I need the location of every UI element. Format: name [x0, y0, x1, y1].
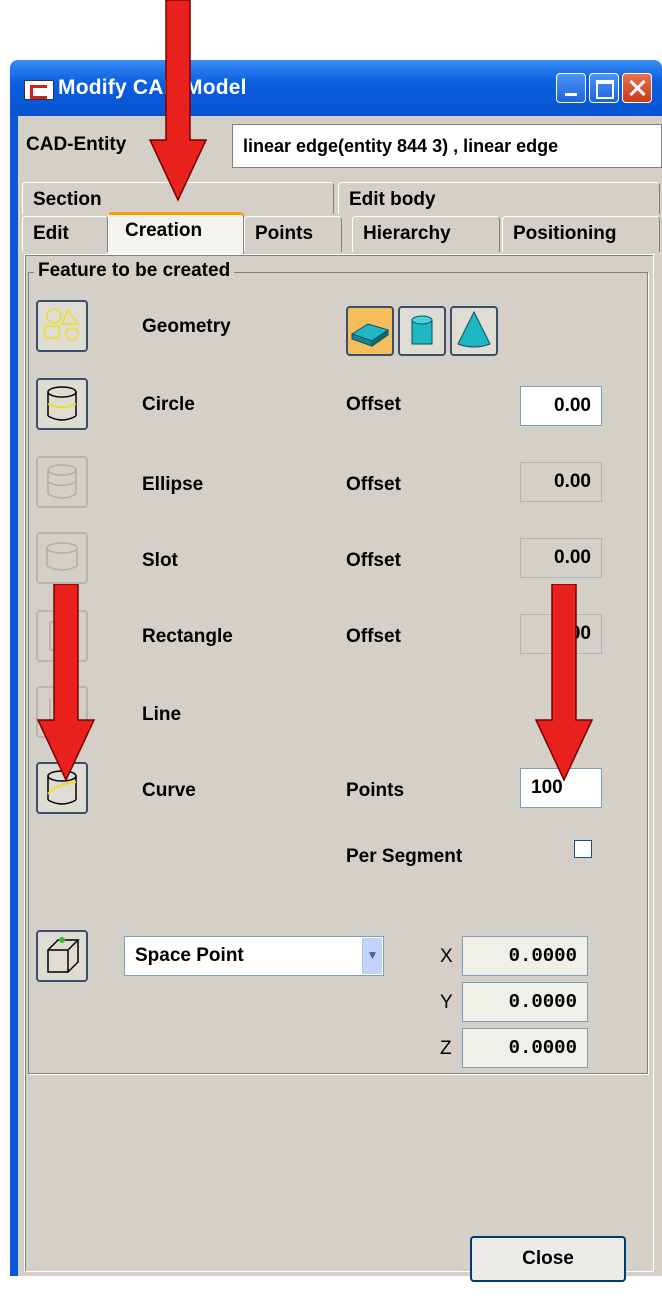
annotation-arrow-curve	[36, 584, 96, 782]
cube-icon	[47, 937, 80, 973]
cylinder-outline-icon	[47, 386, 77, 421]
circle-icon-button[interactable]	[36, 378, 88, 430]
tab-edit[interactable]: Edit	[22, 216, 108, 252]
ellipse-offset-label: Offset	[346, 474, 401, 495]
cylinder-shape-button[interactable]	[398, 306, 446, 356]
cad-entity-label: CAD-Entity	[26, 134, 127, 155]
rectangle-offset-label: Offset	[346, 626, 401, 647]
cylinder-icon	[411, 315, 433, 345]
z-label: Z	[440, 1038, 452, 1059]
y-label: Y	[440, 992, 453, 1013]
tab-points[interactable]: Points	[244, 216, 342, 252]
window-close-button[interactable]	[622, 73, 652, 103]
slot-icon	[46, 542, 78, 571]
circle-offset-field[interactable]: 0.00	[520, 386, 602, 426]
annotation-arrow-points	[534, 584, 594, 782]
space-point-icon-button[interactable]	[36, 930, 88, 982]
box-shape-button[interactable]	[346, 306, 394, 356]
space-point-select[interactable]: Space Point	[124, 936, 384, 976]
circle-label: Circle	[142, 394, 195, 415]
slot-icon-button[interactable]	[36, 532, 88, 584]
ellipse-icon-button[interactable]	[36, 456, 88, 508]
close-button[interactable]: Close	[470, 1236, 626, 1282]
tab-hierarchy[interactable]: Hierarchy	[352, 216, 500, 252]
maximize-button[interactable]	[589, 73, 619, 103]
line-label: Line	[142, 704, 182, 725]
ellipse-label: Ellipse	[142, 474, 204, 495]
geometry-label: Geometry	[142, 316, 231, 337]
slot-label: Slot	[142, 550, 178, 571]
cone-shape-button[interactable]	[450, 306, 498, 356]
per-segment-label: Per Segment	[346, 846, 463, 867]
x-label: X	[440, 946, 453, 967]
ellipse-offset-field[interactable]: 0.00	[520, 462, 602, 502]
minimize-button[interactable]	[556, 73, 586, 103]
title-bar[interactable]: Modify CAD Model	[10, 60, 662, 116]
slot-offset-field[interactable]: 0.00	[520, 538, 602, 578]
chevron-down-icon[interactable]: ▼	[362, 938, 382, 974]
geometry-icon-button[interactable]	[36, 300, 88, 352]
group-title: Feature to be created	[34, 260, 235, 282]
curve-label: Curve	[142, 780, 196, 801]
per-segment-checkbox[interactable]	[574, 840, 592, 858]
y-coordinate-field[interactable]: 0.0000	[462, 982, 588, 1022]
slot-offset-label: Offset	[346, 550, 401, 571]
tab-positioning[interactable]: Positioning	[502, 216, 660, 252]
curve-points-label: Points	[346, 780, 405, 801]
app-icon	[24, 80, 54, 100]
geometry-shapes-icon	[44, 308, 80, 341]
cone-icon	[457, 310, 491, 348]
ellipse-cylinder-icon	[47, 464, 77, 499]
circle-offset-label: Offset	[346, 394, 401, 415]
tab-creation-label: Creation	[125, 220, 203, 241]
cad-entity-field[interactable]: linear edge(entity 844 3) , linear edge	[232, 124, 662, 168]
z-coordinate-field[interactable]: 0.0000	[462, 1028, 588, 1068]
x-coordinate-field[interactable]: 0.0000	[462, 936, 588, 976]
box-icon	[350, 323, 390, 347]
tab-edit-body[interactable]: Edit body	[338, 182, 660, 214]
tab-creation[interactable]: Creation	[108, 212, 244, 254]
annotation-arrow-creation	[148, 0, 208, 202]
rectangle-label: Rectangle	[142, 626, 233, 647]
